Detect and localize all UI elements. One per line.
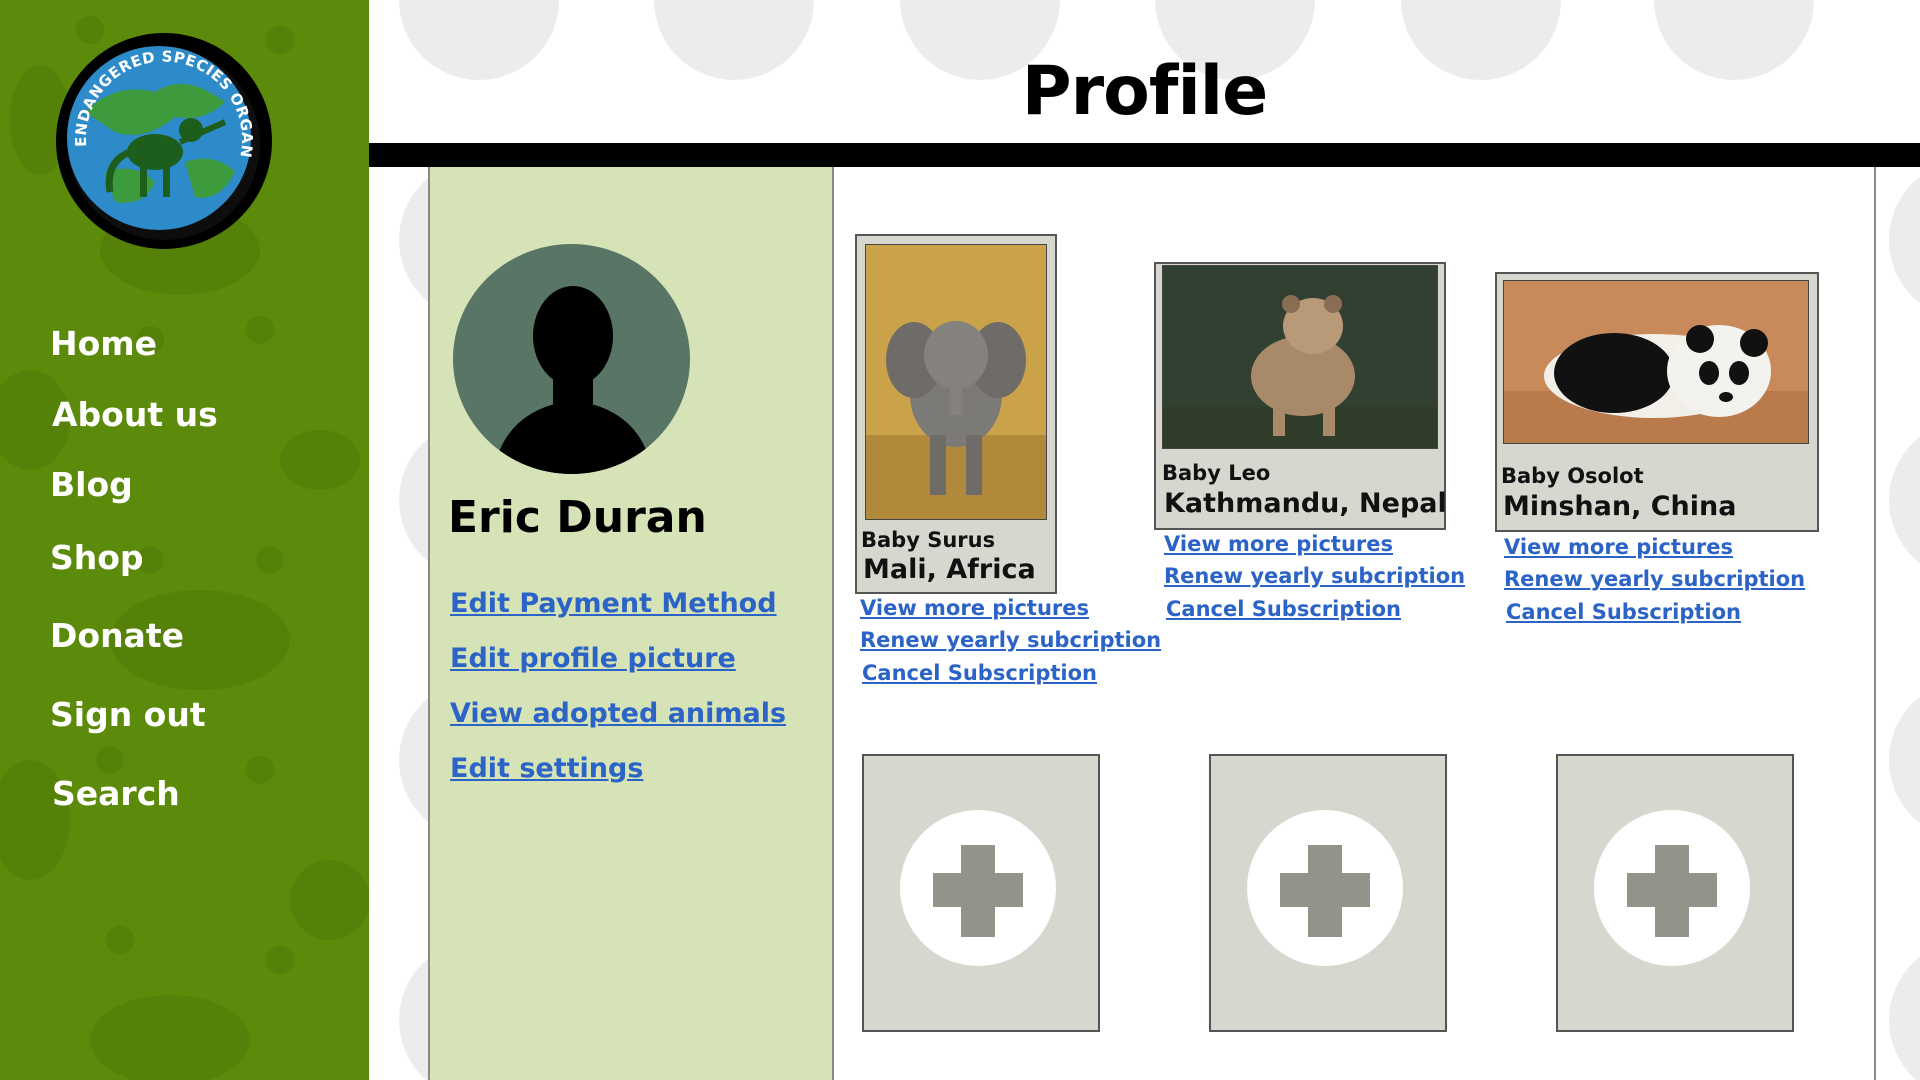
nav-donate[interactable]: Donate	[50, 616, 184, 655]
view-adopted-animals-link[interactable]: View adopted animals	[450, 698, 786, 729]
renew-subscription-link[interactable]: Renew yearly subcription	[860, 628, 1161, 652]
background-circle	[1889, 680, 1920, 840]
add-circle	[1594, 810, 1750, 966]
background-circle	[1889, 160, 1920, 320]
nav-about-us[interactable]: About us	[52, 395, 218, 434]
baby-elephant-photo[interactable]	[865, 244, 1047, 520]
adopted-animal-card: Baby Surus Mali, Africa	[855, 234, 1057, 594]
edit-profile-picture-link[interactable]: Edit profile picture	[450, 643, 736, 674]
page-title: Profile	[1021, 52, 1268, 131]
cancel-subscription-link[interactable]: Cancel Subscription	[1506, 600, 1741, 624]
add-circle	[900, 810, 1056, 966]
page-header: Profile	[369, 0, 1920, 143]
nav-home[interactable]: Home	[50, 324, 157, 363]
add-animal-slot[interactable]	[1209, 754, 1447, 1032]
header-divider	[369, 143, 1920, 167]
view-more-pictures-link[interactable]: View more pictures	[1164, 532, 1393, 556]
profile-avatar[interactable]	[453, 244, 690, 474]
adopted-animal-card: Baby Osolot Minshan, China	[1495, 272, 1819, 532]
renew-subscription-link[interactable]: Renew yearly subcription	[1504, 567, 1805, 591]
background-circle	[1889, 940, 1920, 1080]
animal-name: Baby Osolot	[1501, 464, 1644, 488]
view-more-pictures-link[interactable]: View more pictures	[860, 596, 1089, 620]
adopted-animal-card: Baby Leo Kathmandu, Nepal	[1154, 262, 1447, 530]
organization-logo[interactable]: ENDANGERED SPECIES ORGANIZATION	[55, 32, 273, 250]
animal-name: Baby Surus	[861, 528, 996, 552]
animal-name: Baby Leo	[1162, 461, 1271, 485]
user-name: Eric Duran	[448, 492, 707, 543]
add-circle	[1247, 810, 1403, 966]
add-animal-slot[interactable]	[862, 754, 1100, 1032]
animal-location: Minshan, China	[1503, 491, 1737, 522]
animal-location: Kathmandu, Nepal	[1164, 488, 1447, 519]
nav-sign-out[interactable]: Sign out	[50, 695, 206, 734]
nav-shop[interactable]: Shop	[50, 538, 144, 577]
plus-icon-bar	[1280, 873, 1370, 907]
cancel-subscription-link[interactable]: Cancel Subscription	[862, 661, 1097, 685]
sidebar: ENDANGERED SPECIES ORGANIZATION Home Abo…	[0, 0, 369, 1080]
cancel-subscription-link[interactable]: Cancel Subscription	[1166, 597, 1401, 621]
edit-settings-link[interactable]: Edit settings	[450, 753, 643, 784]
nav-search[interactable]: Search	[52, 774, 180, 813]
panda-cub-photo[interactable]	[1503, 280, 1809, 444]
renew-subscription-link[interactable]: Renew yearly subcription	[1164, 564, 1465, 588]
plus-icon-bar	[933, 873, 1023, 907]
tiger-cub-photo[interactable]	[1162, 265, 1438, 449]
animal-location: Mali, Africa	[863, 554, 1036, 585]
view-more-pictures-link[interactable]: View more pictures	[1504, 535, 1733, 559]
edit-payment-method-link[interactable]: Edit Payment Method	[450, 588, 777, 619]
add-animal-slot[interactable]	[1556, 754, 1794, 1032]
background-circle	[1889, 420, 1920, 580]
plus-icon-bar	[1627, 873, 1717, 907]
nav-blog[interactable]: Blog	[50, 465, 133, 504]
person-silhouette-icon	[493, 286, 653, 474]
